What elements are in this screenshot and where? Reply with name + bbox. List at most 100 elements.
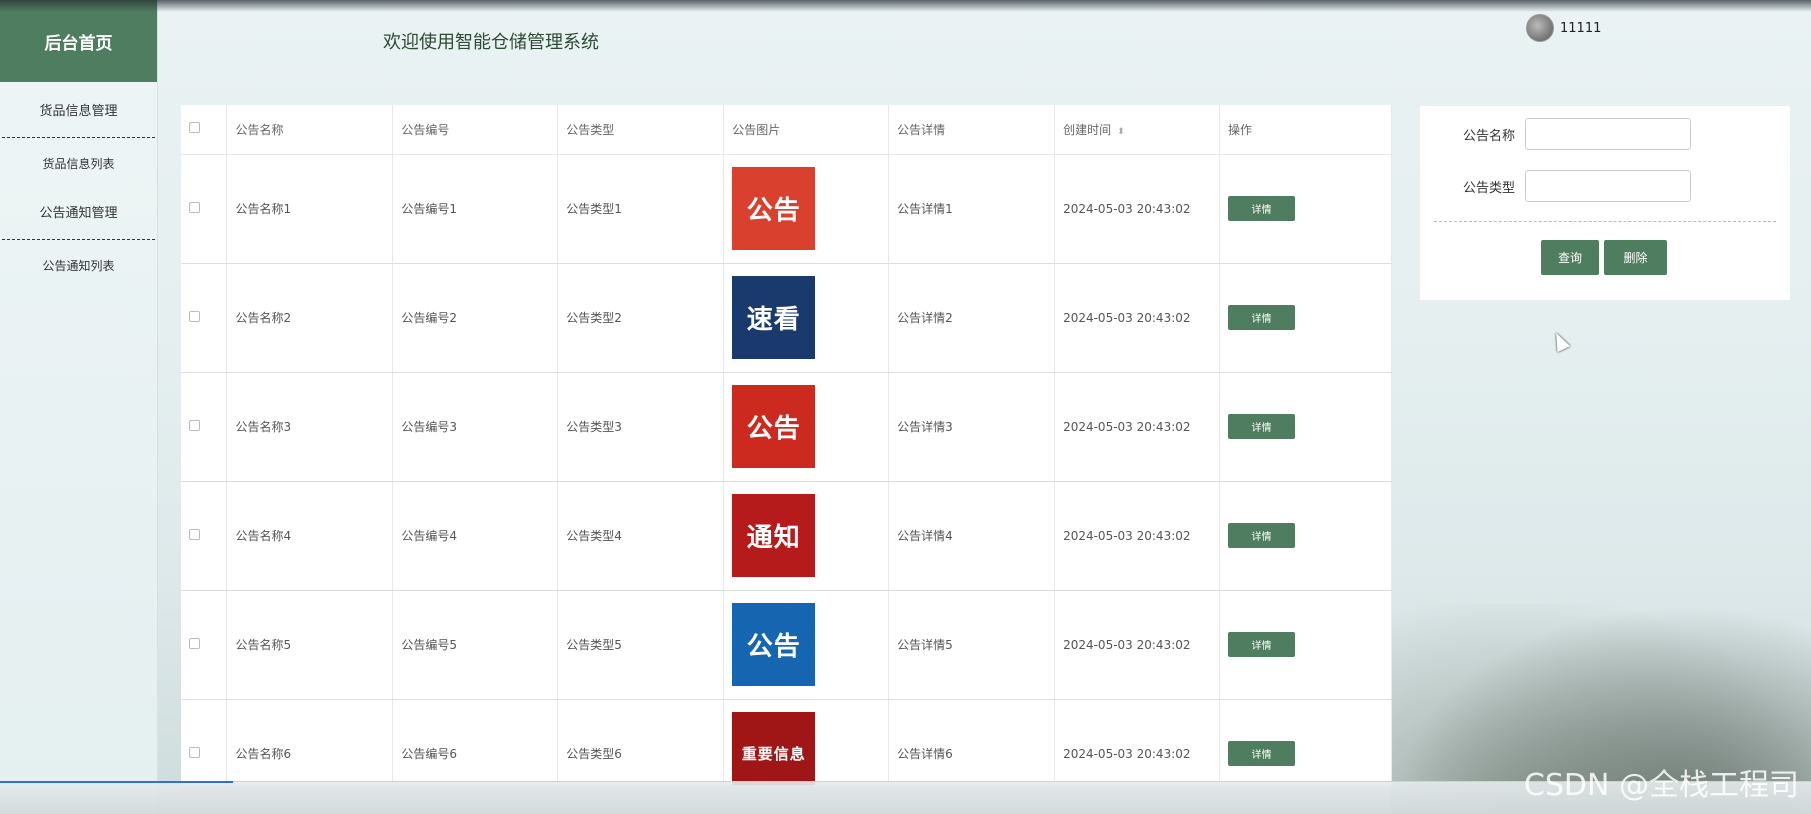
row-checkbox[interactable] [189,201,200,213]
cell-detail: 公告详情2 [888,263,1056,373]
select-all-checkbox[interactable] [189,122,200,134]
table-row: 公告名称4 公告编号4 公告类型4 通知 公告详情4 2024-05-03 20:43:0… [181,481,1392,591]
cell-created-time: 2024-05-03 20:43:02 [1054,481,1220,591]
table-row: 公告名称3 公告编号3 公告类型3 公告 公告详情3 2024-05-03 20:43:0… [181,372,1392,482]
page-load-progress [0,781,233,783]
query-button[interactable]: 查询 [1541,240,1599,275]
search-type-input[interactable] [1525,170,1691,202]
notice-image[interactable]: 公告 [732,385,816,468]
search-panel: 公告名称 公告类型 查询 删除 [1420,106,1790,300]
cell-created-time: 2024-05-03 20:43:02 [1054,372,1220,482]
sidebar-item-notice-management[interactable]: 公告通知管理 [2,188,155,240]
cell-detail: 公告详情4 [888,481,1056,591]
cell-image: 通知 [723,481,890,591]
watermark: CSDN @全栈工程司 [1523,768,1799,803]
avatar[interactable] [1526,14,1554,42]
header: 欢迎使用智能仓储管理系统 11111 [158,0,1811,88]
cell-code: 公告编号4 [392,481,559,591]
mouse-cursor-icon [1549,329,1571,353]
cell-detail: 公告详情5 [888,590,1056,700]
detail-button[interactable]: 详情 [1228,305,1295,330]
search-name-row: 公告名称 [1420,118,1691,150]
notice-image[interactable]: 公告 [732,603,816,686]
cell-created-time: 2024-05-03 20:43:02 [1054,699,1220,785]
cell-code: 公告编号3 [392,372,559,482]
cell-name: 公告名称6 [226,699,394,785]
column-header-detail: 公告详情 [888,105,1056,155]
cell-created-time: 2024-05-03 20:43:02 [1054,590,1220,700]
cell-action: 详情 [1219,154,1392,264]
cell-image: 速看 [723,263,890,373]
brand-home-link[interactable]: 后台首页 [0,0,157,82]
detail-button[interactable]: 详情 [1228,741,1295,766]
sidebar-item-goods-list[interactable]: 货品信息列表 [0,138,157,190]
row-select-cell [181,263,228,373]
column-header-action: 操作 [1219,105,1392,155]
search-type-label: 公告类型 [1462,180,1515,196]
row-select-cell [181,372,228,482]
cell-created-time: 2024-05-03 20:43:02 [1054,263,1220,373]
notice-image[interactable]: 重要信息 [732,712,816,785]
cell-name: 公告名称1 [226,154,394,264]
notice-table-panel: 公告名称 公告编号 公告类型 公告图片 公告详情 创建时间 ⬍ 操作 公告名称1 公… [181,105,1392,785]
cell-action: 详情 [1219,481,1392,591]
cell-code: 公告编号6 [392,699,559,785]
detail-button[interactable]: 详情 [1228,632,1295,657]
delete-button[interactable]: 删除 [1604,240,1667,275]
cell-code: 公告编号2 [392,263,559,373]
column-header-created-time-label: 创建时间 [1063,122,1112,137]
table-row: 公告名称5 公告编号5 公告类型5 公告 公告详情5 2024-05-03 20:43:0… [181,590,1392,700]
notice-image[interactable]: 通知 [732,494,816,577]
row-checkbox[interactable] [189,528,200,540]
cell-created-time: 2024-05-03 20:43:02 [1054,154,1220,264]
cell-name: 公告名称2 [226,263,394,373]
cell-image: 公告 [723,590,890,700]
cell-action: 详情 [1219,699,1392,785]
detail-button[interactable]: 详情 [1228,196,1295,221]
cell-image: 重要信息 [723,699,890,785]
cell-image: 公告 [723,372,890,482]
cell-detail: 公告详情1 [888,154,1056,264]
cell-action: 详情 [1219,590,1392,700]
table-body: 公告名称1 公告编号1 公告类型1 公告 公告详情1 2024-05-03 20:43:0… [181,154,1392,785]
username[interactable]: 11111 [1560,21,1601,36]
notice-image[interactable]: 公告 [732,167,816,250]
cell-code: 公告编号1 [392,154,559,264]
row-checkbox[interactable] [189,637,200,649]
row-select-cell [181,481,228,591]
table-header-row: 公告名称 公告编号 公告类型 公告图片 公告详情 创建时间 ⬍ 操作 [181,105,1392,155]
cell-detail: 公告详情6 [888,699,1056,785]
cell-action: 详情 [1219,263,1392,373]
cell-type: 公告类型4 [557,481,725,591]
notice-image[interactable]: 速看 [732,276,816,359]
sidebar-item-notice-list[interactable]: 公告通知列表 [0,240,157,292]
search-name-input[interactable] [1525,118,1691,150]
cell-name: 公告名称5 [226,590,394,700]
column-header-type: 公告类型 [557,105,725,155]
row-checkbox[interactable] [189,746,200,758]
cell-image: 公告 [723,154,890,264]
row-select-cell [181,154,228,264]
table-row: 公告名称2 公告编号2 公告类型2 速看 公告详情2 2024-05-03 20:43:0… [181,263,1392,373]
column-header-code: 公告编号 [392,105,559,155]
detail-button[interactable]: 详情 [1228,523,1295,548]
search-type-row: 公告类型 [1420,170,1691,202]
notice-table: 公告名称 公告编号 公告类型 公告图片 公告详情 创建时间 ⬍ 操作 公告名称1 公… [181,105,1392,785]
table-row: 公告名称1 公告编号1 公告类型1 公告 公告详情1 2024-05-03 20:43:0… [181,154,1392,264]
user-menu[interactable]: 11111 [1526,14,1601,42]
search-name-label: 公告名称 [1462,128,1515,144]
search-divider [1434,221,1776,222]
column-header-image: 公告图片 [723,105,890,155]
cell-type: 公告类型6 [557,699,725,785]
cell-type: 公告类型2 [557,263,725,373]
cell-type: 公告类型5 [557,590,725,700]
cell-name: 公告名称4 [226,481,394,591]
sidebar-item-goods-management[interactable]: 货品信息管理 [2,86,155,138]
detail-button[interactable]: 详情 [1228,414,1295,439]
row-checkbox[interactable] [189,419,200,431]
sort-icon[interactable]: ⬍ [1117,127,1125,137]
row-select-cell [181,590,228,700]
row-select-cell [181,699,228,785]
row-checkbox[interactable] [189,310,200,322]
column-header-created-time[interactable]: 创建时间 ⬍ [1054,105,1220,155]
